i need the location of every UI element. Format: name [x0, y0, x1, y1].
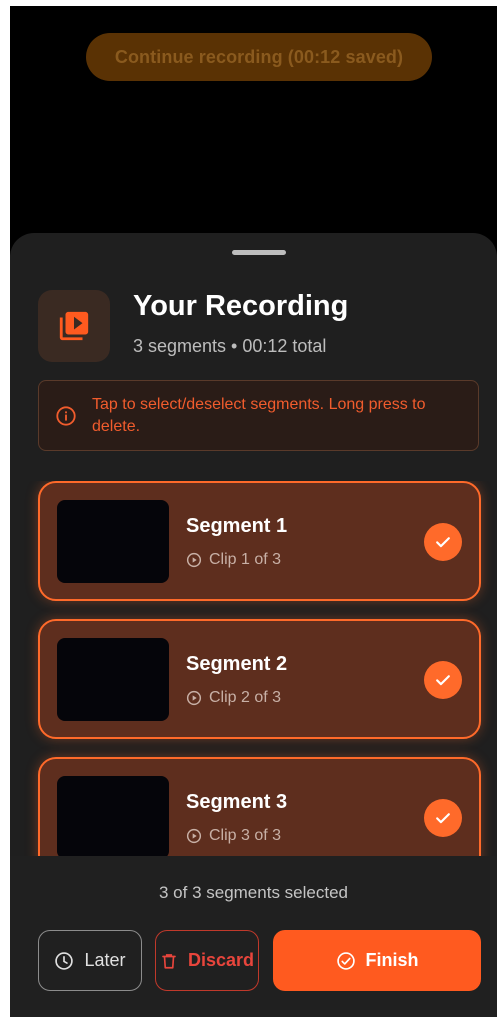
- later-button[interactable]: Later: [38, 930, 142, 991]
- later-label: Later: [84, 950, 126, 970]
- check-circle-icon: [336, 951, 355, 970]
- check-icon: [436, 537, 450, 548]
- header-icon-container: [38, 290, 110, 362]
- info-banner: Tap to select/deselect segments. Long pr…: [38, 380, 479, 451]
- clock-icon: [55, 951, 74, 970]
- continue-recording-button[interactable]: Continue recording (00:12 saved): [86, 33, 432, 81]
- selected-count: 3 of 3 segments selected: [158, 883, 348, 902]
- segment-card-1[interactable]: Segment 1 Clip 1 of 3: [38, 481, 481, 601]
- discard-label: Discard: [187, 950, 255, 970]
- segment-card-3[interactable]: Segment 3 Clip 3 of 3: [38, 757, 481, 856]
- segment-selected-checkbox[interactable]: [424, 661, 462, 699]
- segment-clip-info: Clip 2 of 3: [186, 689, 281, 707]
- segment-thumbnail: [57, 500, 169, 583]
- check-icon: [436, 675, 450, 686]
- play-circle-icon: [186, 552, 202, 568]
- segment-thumbnail: [57, 638, 169, 721]
- info-text: Tap to select/deselect segments. Long pr…: [92, 396, 426, 435]
- finish-button[interactable]: Finish: [273, 930, 481, 991]
- segment-list[interactable]: Segment 1 Clip 1 of 3 Segment 2 Clip 2 o…: [10, 481, 497, 856]
- segment-clip-info: Clip 1 of 3: [186, 551, 281, 569]
- play-circle-icon: [186, 690, 202, 706]
- finish-label: Finish: [365, 950, 419, 970]
- segment-card-2[interactable]: Segment 2 Clip 2 of 3: [38, 619, 481, 739]
- trash-icon: [162, 953, 176, 969]
- action-bar: 3 of 3 segments selected Later Discard F…: [10, 856, 497, 1017]
- segment-clip-label: Clip 3 of 3: [209, 827, 282, 844]
- recording-bottom-sheet: Your Recording 3 segments • 00:12 total …: [10, 233, 497, 1017]
- segment-selected-checkbox[interactable]: [424, 523, 462, 561]
- continue-recording-label: Continue recording (00:12 saved): [114, 46, 404, 67]
- recording-summary: 3 segments • 00:12 total: [133, 336, 327, 356]
- segment-selected-checkbox[interactable]: [424, 799, 462, 837]
- screen: Continue recording (00:12 saved) Your Re…: [10, 6, 497, 1017]
- video-library-icon: [59, 311, 89, 341]
- segment-title: Segment 2: [186, 653, 288, 675]
- segment-title: Segment 1: [186, 515, 288, 537]
- check-icon: [436, 813, 450, 824]
- info-icon: [56, 406, 76, 426]
- segment-title: Segment 3: [186, 791, 288, 813]
- segment-clip-info: Clip 3 of 3: [186, 827, 281, 845]
- play-circle-icon: [186, 828, 202, 844]
- drag-handle[interactable]: [232, 250, 286, 255]
- segment-clip-label: Clip 2 of 3: [209, 689, 282, 706]
- discard-button[interactable]: Discard: [155, 930, 259, 991]
- segment-clip-label: Clip 1 of 3: [209, 551, 282, 568]
- page-title: Your Recording: [133, 290, 349, 322]
- segment-thumbnail: [57, 776, 169, 856]
